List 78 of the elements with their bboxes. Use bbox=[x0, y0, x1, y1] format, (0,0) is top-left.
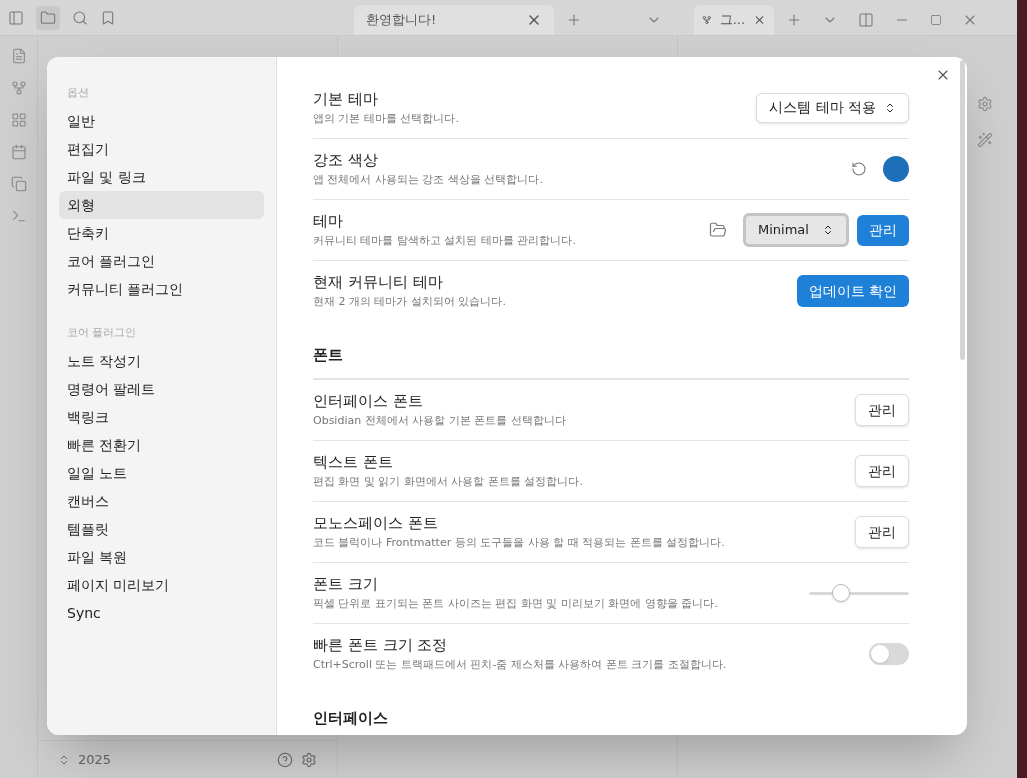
grid-icon[interactable] bbox=[10, 112, 27, 128]
sidebar-item[interactable]: 빠른 전환기 bbox=[59, 431, 264, 459]
setting-name: 기본 테마 bbox=[313, 88, 379, 109]
sidebar-item[interactable]: 파일 복원 bbox=[59, 543, 264, 571]
manage-button[interactable]: 관리 bbox=[857, 214, 909, 246]
tab[interactable]: 환영합니다! bbox=[354, 5, 554, 35]
sidebar-item[interactable]: 코어 플러그인 bbox=[59, 247, 264, 275]
manage-button[interactable]: 관리 bbox=[855, 516, 909, 548]
sidebar-item[interactable]: 캔버스 bbox=[59, 487, 264, 515]
copy-icon[interactable] bbox=[10, 176, 27, 192]
reset-icon[interactable] bbox=[851, 161, 867, 177]
setting-name: 강조 색상 bbox=[313, 150, 379, 170]
tab[interactable]: 그... bbox=[694, 5, 774, 35]
font-size-slider[interactable] bbox=[809, 584, 909, 602]
setting-name: 테마 bbox=[313, 211, 344, 231]
magic-wand-icon[interactable] bbox=[977, 132, 993, 148]
calendar-icon[interactable] bbox=[10, 144, 27, 160]
sidebar-toggle-icon[interactable] bbox=[8, 9, 24, 26]
graph-icon bbox=[702, 14, 712, 26]
file-icon[interactable] bbox=[10, 48, 27, 64]
section-heading: 폰트 bbox=[313, 333, 909, 379]
sidebar-heading: 코어 플러그인 bbox=[66, 325, 138, 341]
new-tab-icon[interactable] bbox=[566, 12, 582, 28]
setting-description: 편집 화면 및 읽기 화면에서 사용할 폰트를 설정합니다. bbox=[313, 474, 583, 490]
chevrons-icon bbox=[822, 224, 834, 236]
sidebar-item[interactable]: 커뮤니티 플러그인 bbox=[59, 275, 264, 303]
toggle-switch[interactable] bbox=[869, 643, 909, 665]
sidebar-item[interactable]: 파일 및 링크 bbox=[59, 163, 264, 191]
sidebar-item[interactable]: 외형 bbox=[59, 191, 264, 219]
vault-name[interactable]: 2025 bbox=[78, 749, 269, 770]
sidebar-item[interactable]: 템플릿 bbox=[59, 515, 264, 543]
setting-name: 모노스페이스 폰트 bbox=[313, 513, 439, 533]
theme-dropdown[interactable]: Minimal bbox=[743, 213, 849, 247]
chevrons-icon bbox=[884, 101, 896, 114]
setting-name: 폰트 크기 bbox=[313, 574, 379, 594]
bookmark-icon[interactable] bbox=[100, 9, 116, 26]
new-tab-icon[interactable] bbox=[786, 12, 802, 28]
setting-description: 코드 블럭이나 Frontmatter 등의 도구들을 사용 할 때 적용되는 폰트를 설정합니다. bbox=[313, 535, 725, 551]
sidebar-item[interactable]: 일반 bbox=[59, 107, 264, 135]
section-heading: 인터페이스 bbox=[313, 696, 909, 735]
graph-icon[interactable] bbox=[10, 80, 27, 96]
chevrons-icon[interactable] bbox=[58, 753, 70, 766]
sidebar-item[interactable]: 편집기 bbox=[59, 135, 264, 163]
help-icon[interactable] bbox=[277, 751, 293, 768]
sidebar-item[interactable]: 백링크 bbox=[59, 403, 264, 431]
sidebar-heading: 옵션 bbox=[66, 85, 90, 101]
theme-dropdown[interactable]: 시스템 테마 적용 bbox=[756, 92, 909, 123]
setting-name: 빠른 폰트 크기 조정 bbox=[313, 635, 449, 655]
setting-description: 현재 2 개의 테마가 설치되어 있습니다. bbox=[313, 294, 506, 310]
setting-name: 텍스트 폰트 bbox=[313, 452, 394, 472]
accent-color-swatch[interactable] bbox=[883, 156, 909, 182]
slider-thumb[interactable] bbox=[832, 584, 850, 602]
setting-description: Obsidian 전체에서 사용할 기본 폰트를 선택합니다 bbox=[313, 413, 566, 429]
manage-button[interactable]: 관리 bbox=[855, 455, 909, 487]
sidebar-item[interactable]: 일일 노트 bbox=[59, 459, 264, 487]
folder-icon[interactable] bbox=[709, 221, 727, 239]
update-button[interactable]: 업데이트 확인 bbox=[796, 275, 909, 307]
sidebar-item[interactable]: 노트 작성기 bbox=[59, 347, 264, 375]
sidebar-item[interactable]: 명령어 팔레트 bbox=[59, 375, 264, 403]
maximize-icon[interactable] bbox=[930, 14, 942, 26]
sidebar-item[interactable]: 페이지 미리보기 bbox=[59, 571, 264, 599]
terminal-icon[interactable] bbox=[10, 208, 27, 224]
sidebar-item[interactable]: Sync bbox=[59, 599, 264, 627]
folder-icon[interactable] bbox=[40, 9, 56, 26]
setting-description: 앱의 기본 테마를 선택합니다. bbox=[313, 110, 459, 127]
setting-description: 앱 전체에서 사용되는 강조 색상을 선택합니다. bbox=[313, 172, 543, 188]
sidebar-item[interactable]: 단축키 bbox=[59, 219, 264, 247]
scrollbar[interactable] bbox=[960, 60, 965, 360]
setting-name: 현재 커뮤니티 테마 bbox=[313, 272, 444, 292]
setting-name: 인터페이스 폰트 bbox=[313, 391, 424, 411]
setting-description: 픽셀 단위로 표기되는 폰트 사이즈는 편집 화면 및 미리보기 화면에 영향을 줍니다. bbox=[313, 596, 718, 612]
setting-description: 커뮤니티 테마를 탐색하고 설치된 테마를 관리합니다. bbox=[313, 233, 576, 249]
split-view-icon[interactable] bbox=[858, 12, 874, 28]
search-icon[interactable] bbox=[72, 9, 88, 26]
settings-icon[interactable] bbox=[977, 96, 993, 112]
manage-button[interactable]: 관리 bbox=[855, 394, 909, 426]
settings-icon[interactable] bbox=[301, 751, 317, 768]
setting-description: Ctrl+Scroll 또는 트랙패드에서 핀치-줌 제스처를 사용하여 폰트 크기를 조절합니다. bbox=[313, 657, 727, 673]
